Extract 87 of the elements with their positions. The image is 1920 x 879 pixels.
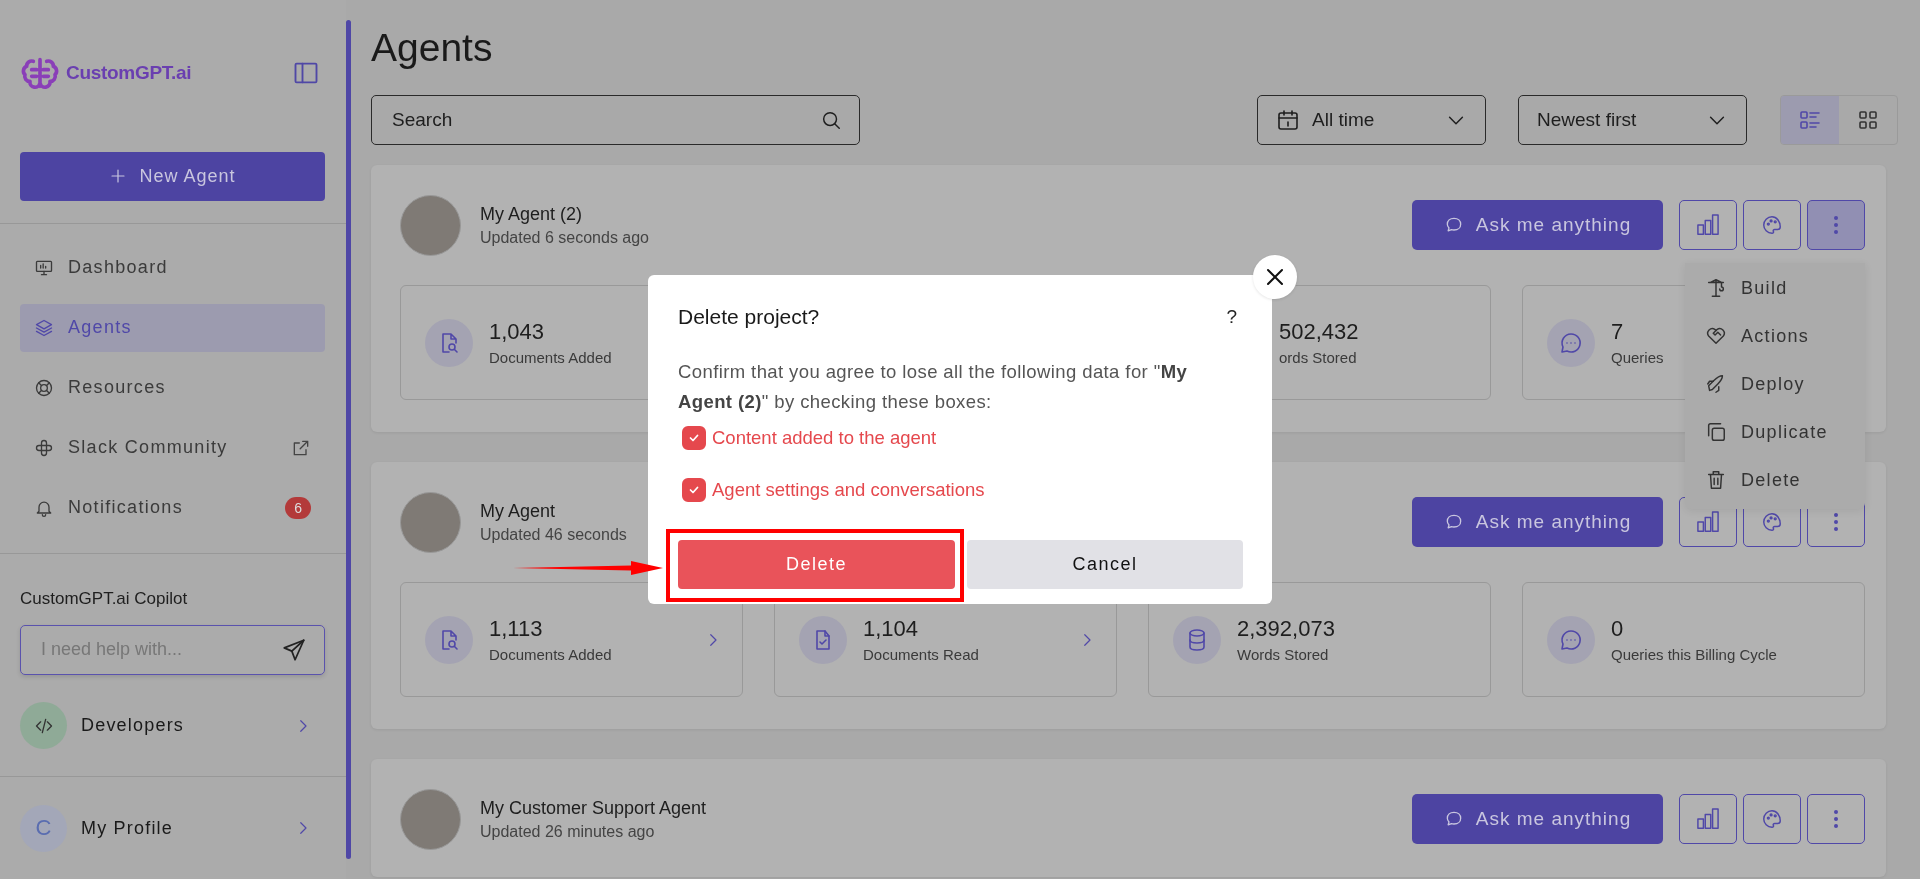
trash-icon [1705,469,1727,491]
nav-item[interactable]: Notifications 6 [20,483,325,532]
palette-icon [1761,808,1783,830]
list-view-icon [1798,108,1822,132]
menu-item[interactable]: Duplicate [1685,408,1865,456]
stat-value: 502,432 [1279,319,1359,345]
stat-label: Documents Added [489,349,612,366]
stat-label: Queries [1611,349,1664,366]
bar-chart-icon [1697,808,1719,830]
ask-button[interactable]: Ask me anything [1412,200,1663,250]
date-filter-dropdown[interactable]: All time [1257,95,1486,145]
ask-button[interactable]: Ask me anything [1412,794,1663,844]
bar-chart-icon [1697,511,1719,533]
analytics-button[interactable] [1679,794,1737,844]
menu-item[interactable]: Delete [1685,456,1865,504]
vertical-dots-icon [1834,810,1838,828]
updated-time: Updated 6 seconds ago [480,228,649,247]
profile-avatar: C [20,804,67,852]
checkbox-label: Content added to the agent [712,427,937,449]
stat-value: 0 [1611,616,1625,642]
send-button[interactable] [281,636,307,663]
checkbox[interactable] [682,426,706,450]
stat-label: Words Stored [1237,646,1330,663]
stat-value: 1,104 [863,616,920,642]
layers-icon [34,317,54,338]
updated-time: Updated 46 seconds [480,525,627,544]
profile-link[interactable]: C My Profile [0,803,346,854]
menu-item[interactable]: Deploy [1685,360,1865,408]
stat-label: ords Stored [1279,349,1358,366]
calendar-icon [1276,108,1300,132]
updated-time: Updated 26 minutes ago [480,822,656,841]
more-options-button[interactable] [1807,794,1865,844]
search-icon [820,109,842,131]
stat-label: Documents Read [863,646,979,663]
stat-value: 1,043 [489,319,546,345]
grid-view-icon [1856,108,1880,132]
bar-chart-icon [1697,214,1719,236]
menu-item[interactable]: Build [1685,264,1865,312]
menu-item[interactable]: Actions [1685,312,1865,360]
notification-badge: 6 [285,496,311,519]
copilot-title: CustomGPT.ai Copilot [19,587,189,609]
dialog-title: Delete project? [678,305,820,329]
list-view-button[interactable] [1781,96,1839,144]
vertical-dots-icon [1834,513,1838,531]
checkbox-label: Agent settings and conversations [712,479,985,501]
nav-item[interactable]: Resources [20,363,325,412]
chat-bubble-icon [1559,627,1583,652]
stat-label: Queries this Billing Cycle [1611,646,1777,663]
hash-grid-icon [34,437,54,458]
checkmark-icon [688,432,700,444]
delete-button[interactable]: Delete [678,540,955,589]
lifebuoy-icon [34,377,54,398]
crane-icon [1705,277,1727,299]
heart-handshake-icon [1705,325,1727,347]
stat-value: 1,113 [489,616,544,642]
cancel-button[interactable]: Cancel [967,540,1243,589]
agent-name[interactable]: My Customer Support Agent [480,797,707,819]
appearance-button[interactable] [1743,200,1801,250]
stat-label: Documents Added [489,646,612,663]
dialog-message: Confirm that you agree to lose all the following data for "My Agent (2)" by checking these boxes: [678,360,1189,414]
chat-bubble-icon [1559,330,1583,355]
nav-item[interactable]: Slack Community [20,423,325,472]
stat-value: 7 [1611,319,1625,345]
palette-icon [1761,511,1783,533]
new-agent-button[interactable]: New Agent [20,152,325,201]
vertical-dots-icon [1834,216,1838,234]
send-icon [281,636,307,663]
more-options-button[interactable] [1807,200,1865,250]
nav-item[interactable]: Dashboard [20,243,325,292]
agent-name[interactable]: My Agent (2) [480,203,649,225]
appearance-button[interactable] [1743,794,1801,844]
search-field[interactable]: Search [371,95,860,145]
palette-icon [1761,214,1783,236]
page-title: Agents [371,25,494,71]
stat-value: 2,392,073 [1237,616,1335,642]
developers-link[interactable]: Developers [0,700,346,751]
help-button[interactable]: ? [1226,306,1237,328]
checkbox[interactable] [682,478,706,502]
copy-icon [1705,421,1727,443]
sort-dropdown[interactable]: Newest first [1518,95,1747,145]
scrollbar[interactable] [346,20,351,859]
checkmark-icon [688,484,700,496]
analytics-button[interactable] [1679,200,1737,250]
logo-text: CustomGPT.ai [66,61,192,84]
ask-button[interactable]: Ask me anything [1412,497,1663,547]
nav-item[interactable]: Agents [20,303,325,352]
agent-name[interactable]: My Agent [480,500,627,522]
